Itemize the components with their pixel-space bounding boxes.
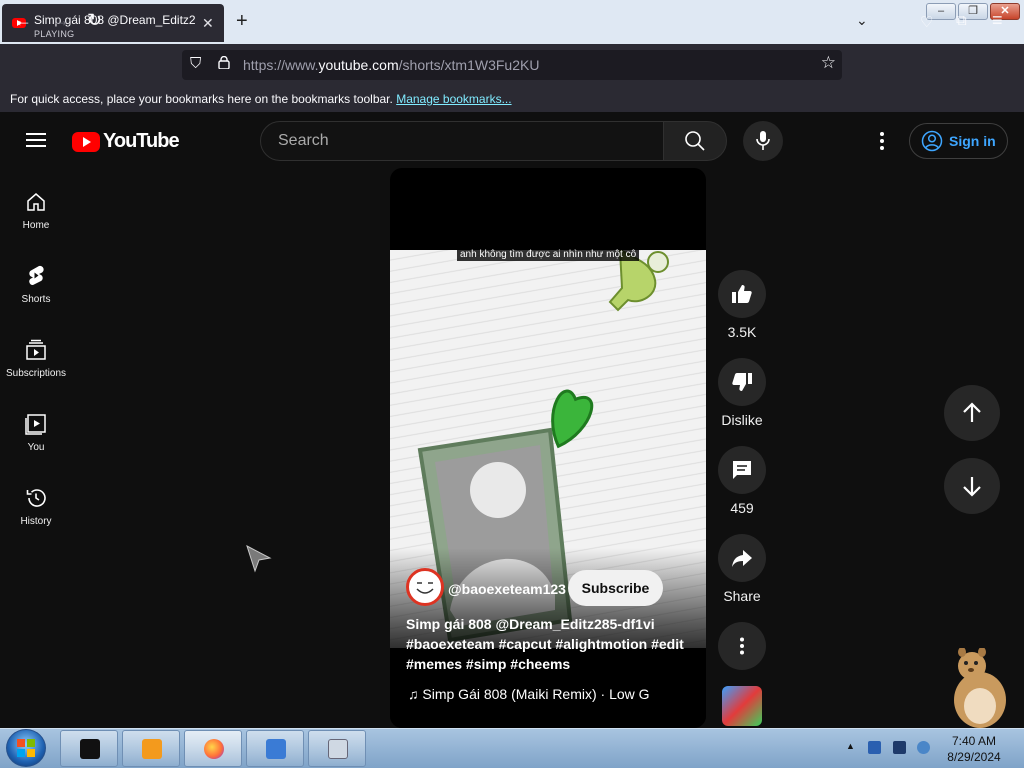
home-icon — [27, 193, 45, 211]
troll-face-avatar-icon — [411, 573, 439, 601]
lock-icon[interactable] — [218, 56, 230, 69]
more-vertical-icon — [740, 637, 744, 655]
video-description[interactable]: Simp gái 808 @Dream_Editz285-df1vi #baoe… — [406, 614, 696, 674]
taskbar-app-remote-desktop[interactable] — [246, 730, 304, 767]
thumbs-up-icon — [732, 285, 752, 303]
browser-tab-active[interactable]: Simp gái 808 @Dream_Editz285 PLAYING ✕ — [2, 4, 224, 42]
arrow-down-icon — [963, 477, 981, 497]
new-tab-plus-icon[interactable]: + — [236, 10, 248, 33]
comments-button[interactable] — [718, 446, 766, 494]
display-tray-icon[interactable] — [893, 741, 906, 754]
search-button[interactable] — [663, 121, 727, 161]
clock-date: 8/29/2024 — [947, 750, 1001, 764]
sidebar-item-you[interactable]: You — [0, 412, 72, 486]
youtube-play-logo-icon — [72, 132, 100, 152]
sidebar-item-label: History — [20, 516, 52, 527]
shorts-icon — [29, 265, 44, 286]
app-menu-icon[interactable]: ≡ — [992, 10, 1003, 31]
subscriptions-icon — [26, 339, 46, 360]
bookmarks-toolbar: For quick access, place your bookmarks h… — [0, 86, 1024, 112]
start-menu-orb-icon[interactable] — [6, 729, 46, 767]
url-text: https://www.youtube.com/shorts/xtm1W3Fu2… — [243, 57, 540, 73]
bookmark-star-icon[interactable]: ☆ — [821, 53, 836, 73]
extensions-icon[interactable]: ⧉ — [956, 12, 967, 29]
reload-icon[interactable]: ↻ — [87, 10, 102, 31]
share-button[interactable] — [718, 534, 766, 582]
sidebar-item-label: You — [27, 442, 45, 453]
search-icon — [685, 131, 705, 151]
share-arrow-icon — [732, 550, 752, 567]
youtube-logo-text: YouTube — [103, 130, 180, 152]
taskbar-app-terminal[interactable] — [60, 730, 118, 767]
pocket-icon[interactable]: ♡ — [920, 13, 933, 31]
windows-logo-icon — [17, 739, 35, 757]
sign-in-label: Sign in — [949, 133, 996, 149]
sidebar-item-shorts[interactable]: Shorts — [0, 264, 72, 338]
music-attribution-link[interactable]: ♫ Simp Gái 808 (Maiki Remix) · Low G — [408, 686, 650, 702]
comment-count: 459 — [730, 500, 754, 516]
address-bar[interactable]: ⛉ https://www.youtube.com/shorts/xtm1W3F… — [182, 50, 842, 80]
remote-desktop-icon — [266, 739, 286, 759]
manage-bookmarks-link[interactable]: Manage bookmarks... — [396, 92, 511, 106]
sidebar-item-home[interactable]: Home — [0, 190, 72, 264]
taskbar-app-calculator[interactable] — [308, 730, 366, 767]
microphone-icon — [756, 131, 770, 150]
sidebar-item-subscriptions[interactable]: Subscriptions — [0, 338, 72, 412]
search-placeholder: Search — [278, 132, 329, 149]
mouse-cursor-icon — [246, 545, 272, 573]
comment-icon — [733, 461, 751, 479]
sound-thumbnail[interactable] — [722, 686, 762, 726]
sidebar-item-history[interactable]: History — [0, 486, 72, 560]
list-all-tabs-chevron-icon[interactable]: ⌄ — [856, 12, 868, 29]
more-actions-button[interactable] — [718, 622, 766, 670]
subscribe-button[interactable]: Subscribe — [568, 570, 663, 606]
clock-time: 7:40 AM — [951, 734, 997, 748]
history-icon — [26, 489, 46, 507]
show-hidden-icons-arrow-icon[interactable]: ▲ — [846, 741, 855, 751]
channel-avatar[interactable] — [406, 568, 444, 606]
forward-arrow-icon[interactable]: → — [52, 10, 70, 31]
taskbar-clock[interactable]: 7:40 AM 8/29/2024 — [940, 733, 1008, 765]
dislike-label: Dislike — [721, 412, 763, 428]
thumbs-down-icon — [732, 373, 752, 391]
you-icon — [25, 414, 46, 435]
search-input[interactable]: Search — [260, 121, 664, 161]
sidebar-item-label: Shorts — [21, 294, 51, 305]
tab-close-icon[interactable]: ✕ — [202, 15, 214, 32]
account-circle-icon — [921, 130, 943, 152]
shorts-video-player[interactable]: anh không tìm được ai nhìn như một cô @b… — [390, 168, 706, 728]
hamster-desktop-pet-image — [954, 648, 1006, 728]
media-player-icon — [142, 739, 162, 759]
video-overlay-caption: anh không tìm được ai nhìn như một cô — [457, 248, 640, 261]
guide-menu-icon[interactable] — [26, 133, 46, 147]
share-label: Share — [723, 588, 761, 604]
like-button[interactable] — [718, 270, 766, 318]
network-tray-icon[interactable] — [868, 741, 881, 754]
terminal-window-icon — [80, 739, 100, 759]
settings-more-icon[interactable] — [872, 130, 892, 152]
sidebar-item-label: Home — [22, 220, 50, 231]
arrow-up-icon — [963, 402, 981, 422]
sidebar-item-label: Subscriptions — [5, 368, 67, 379]
calculator-icon — [328, 739, 348, 759]
sign-in-button[interactable]: Sign in — [909, 123, 1008, 159]
music-note-icon: ♫ — [408, 686, 419, 702]
voice-search-button[interactable] — [743, 121, 783, 161]
music-track-title: Simp Gái 808 (Maiki Remix) · Low G — [422, 686, 650, 702]
bookmarks-message: For quick access, place your bookmarks h… — [10, 92, 512, 106]
like-count: 3.5K — [727, 324, 757, 340]
taskbar-app-media-player[interactable] — [122, 730, 180, 767]
previous-short-button[interactable] — [944, 385, 1000, 441]
next-short-button[interactable] — [944, 458, 1000, 514]
tracking-protection-shield-icon[interactable]: ⛉ — [190, 55, 201, 72]
back-arrow-icon[interactable]: ← — [14, 10, 32, 31]
dislike-button[interactable] — [718, 358, 766, 406]
taskbar-app-firefox[interactable] — [184, 730, 242, 767]
channel-handle-link[interactable]: @baoexeteam123 — [448, 581, 566, 597]
volume-tray-icon[interactable] — [917, 741, 930, 754]
firefox-icon — [204, 739, 224, 759]
